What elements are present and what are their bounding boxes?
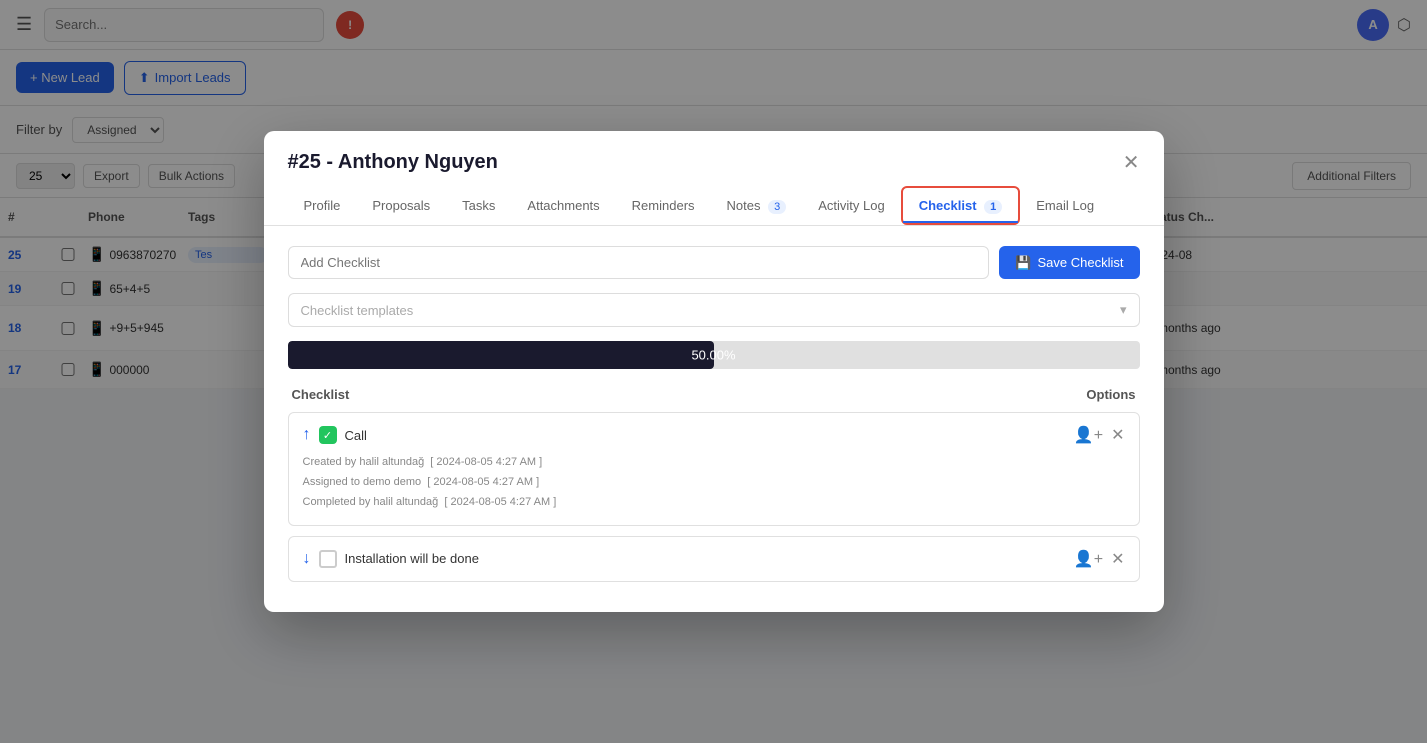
checklist-item-name: Installation will be done xyxy=(345,551,479,566)
move-down-icon[interactable]: ↓ xyxy=(303,550,311,568)
modal-overlay: #25 - Anthony Nguyen ✕ Profile Proposals… xyxy=(0,0,1427,743)
tab-email-log[interactable]: Email Log xyxy=(1020,188,1110,223)
delete-item-button[interactable]: ✕ xyxy=(1111,549,1124,569)
checklist-item: ↓ Installation will be done 👤+ ✕ xyxy=(288,536,1140,582)
assigned-to-info: Assigned to demo demo [ 2024-08-05 4:27 … xyxy=(303,473,1125,493)
tab-checklist[interactable]: Checklist 1 xyxy=(901,186,1021,225)
completed-checkbox[interactable]: ✓ xyxy=(319,426,337,444)
checklist-item-left: ↑ ✓ Call xyxy=(303,426,367,444)
modal-header: #25 - Anthony Nguyen ✕ xyxy=(264,131,1164,174)
checklist-item-header: ↑ ✓ Call 👤+ ✕ xyxy=(303,425,1125,445)
incomplete-checkbox[interactable] xyxy=(319,550,337,568)
checklist-item-name: Call xyxy=(345,428,367,443)
add-checklist-row: 💾 Save Checklist xyxy=(288,246,1140,279)
tab-attachments[interactable]: Attachments xyxy=(511,188,615,223)
assign-user-button[interactable]: 👤+ xyxy=(1074,425,1103,445)
checklist-item: ↑ ✓ Call 👤+ ✕ Created by halil altundağ … xyxy=(288,412,1140,525)
tab-activity-log[interactable]: Activity Log xyxy=(802,188,900,223)
checklist-badge: 1 xyxy=(984,200,1002,214)
checklist-item-actions: 👤+ ✕ xyxy=(1074,549,1125,569)
modal-title: #25 - Anthony Nguyen xyxy=(288,151,498,174)
checklist-section-header: Checklist Options xyxy=(288,387,1140,402)
delete-item-button[interactable]: ✕ xyxy=(1111,425,1124,445)
modal-tabs: Profile Proposals Tasks Attachments Remi… xyxy=(264,186,1164,226)
checklist-templates-dropdown[interactable]: Checklist templates ▾ xyxy=(288,293,1140,327)
notes-badge: 3 xyxy=(768,200,786,214)
tab-notes[interactable]: Notes 3 xyxy=(711,188,803,223)
tab-profile[interactable]: Profile xyxy=(288,188,357,223)
checklist-item-actions: 👤+ ✕ xyxy=(1074,425,1125,445)
tab-reminders[interactable]: Reminders xyxy=(616,188,711,223)
assign-user-button[interactable]: 👤+ xyxy=(1074,549,1103,569)
modal: #25 - Anthony Nguyen ✕ Profile Proposals… xyxy=(264,131,1164,611)
modal-body: 💾 Save Checklist Checklist templates ▾ 5… xyxy=(264,226,1164,611)
save-checklist-button[interactable]: 💾 Save Checklist xyxy=(999,246,1139,279)
checklist-item-header: ↓ Installation will be done 👤+ ✕ xyxy=(303,549,1125,569)
checklist-item-meta: Created by halil altundağ [ 2024-08-05 4… xyxy=(303,453,1125,512)
progress-label: 50.00% xyxy=(691,348,735,363)
created-by-info: Created by halil altundağ [ 2024-08-05 4… xyxy=(303,453,1125,473)
completed-by-info: Completed by halil altundağ [ 2024-08-05… xyxy=(303,493,1125,513)
progress-bar-container: 50.00% xyxy=(288,341,1140,369)
tab-tasks[interactable]: Tasks xyxy=(446,188,511,223)
checklist-item-left: ↓ Installation will be done xyxy=(303,550,479,568)
progress-bar xyxy=(288,341,714,369)
modal-close-button[interactable]: ✕ xyxy=(1123,153,1140,173)
tab-proposals[interactable]: Proposals xyxy=(356,188,446,223)
save-icon: 💾 xyxy=(1015,255,1031,271)
chevron-down-icon: ▾ xyxy=(1120,302,1127,318)
add-checklist-input[interactable] xyxy=(288,246,990,279)
move-up-icon[interactable]: ↑ xyxy=(303,426,311,444)
